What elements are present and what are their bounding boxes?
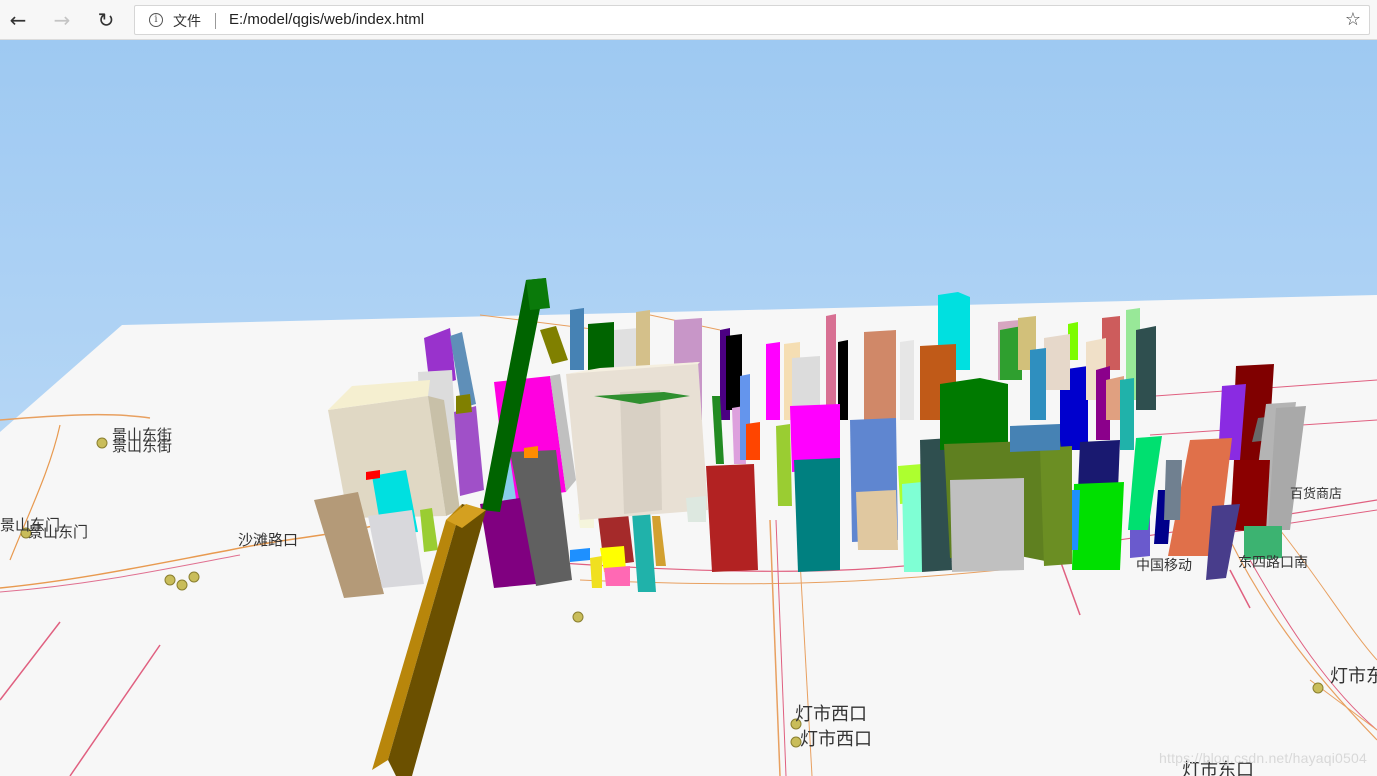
buildings-back-center-shape (864, 330, 896, 420)
tall-green-tower-shape (526, 278, 550, 310)
buildings-back-right-shape (1030, 348, 1046, 420)
map-viewport[interactable]: 景山东街 景山东街 景山东门 景山东门 沙滩路口 灯市西口 灯市西口 灯市东口 … (0, 40, 1377, 776)
browser-toolbar: ← → ↻ i 文件 E:/model/qgis/web/index.html … (0, 0, 1377, 40)
buildings-back-center-shape (726, 334, 742, 410)
back-button[interactable]: ← (4, 6, 32, 34)
buildings-left-cluster-shape (570, 548, 590, 562)
center-building-shape (940, 378, 1008, 450)
info-icon[interactable]: i (149, 13, 163, 27)
buildings-left-cluster-shape (456, 394, 472, 414)
map-label-china-mobile: 中国移动 (1136, 558, 1192, 574)
map-label-dengshi-xikou-2: 灯市西口 (800, 729, 872, 750)
large-cream-building (566, 362, 708, 522)
buildings-back-center-shape (636, 310, 650, 370)
map-label-shatan-lukou: 沙滩路口 (238, 531, 298, 549)
3d-map-scene[interactable]: 景山东街 景山东街 景山东门 景山东门 沙滩路口 灯市西口 灯市西口 灯市东口 … (0, 40, 1377, 776)
map-label-dengshi-partial: 灯市东 (1330, 666, 1377, 687)
address-separator (215, 13, 216, 29)
map-label-jingshan-dongmen-2: 景山东门 (28, 523, 88, 541)
refresh-icon: ↻ (97, 8, 115, 32)
forward-arrow-icon: → (53, 8, 71, 32)
subway-station-shape (188, 571, 200, 583)
subway-station-shape (164, 574, 176, 586)
subway-station-shape (96, 437, 108, 449)
buildings-back-right-shape (1120, 378, 1134, 450)
center-building-shape (706, 464, 758, 572)
buildings-back-center-shape (826, 314, 836, 420)
back-arrow-icon: ← (9, 8, 27, 32)
large-cream-building-shape (620, 390, 662, 514)
center-building-shape (856, 490, 898, 550)
buildings-left-cluster-shape (604, 566, 630, 586)
buildings-left-cluster-shape (524, 446, 538, 458)
favorite-star-icon[interactable]: ☆ (1345, 9, 1361, 30)
watermark: https://blog.csdn.net/hayaqi0504 (1159, 750, 1367, 766)
center-building-shape (1010, 424, 1060, 452)
map-label-jingshan-dongjie-2: 景山东街 (112, 437, 172, 455)
buildings-back-right-shape (1044, 334, 1070, 390)
buildings-back-center-shape (766, 342, 780, 420)
buildings-back-right-shape (1136, 326, 1156, 410)
address-bar[interactable]: i 文件 E:/model/qgis/web/index.html ☆ (134, 5, 1370, 35)
url-text[interactable]: E:/model/qgis/web/index.html (229, 11, 424, 28)
buildings-back-center-shape (900, 340, 914, 420)
center-building-shape (746, 422, 760, 460)
subway-station-shape (176, 579, 188, 591)
large-cream-building-shape (686, 496, 706, 522)
file-scheme-label: 文件 (173, 14, 201, 30)
center-building-shape (1040, 446, 1072, 566)
map-label-store: 百货商店 (1290, 486, 1342, 502)
buildings-back-right-shape (1164, 460, 1182, 520)
refresh-button[interactable]: ↻ (92, 6, 120, 34)
center-building-shape (950, 478, 1024, 572)
buildings-left-cluster-shape (590, 556, 602, 588)
buildings-back-center-shape (570, 308, 584, 370)
center-building-shape (776, 424, 792, 506)
map-label-dengshi-xikou-1: 灯市西口 (795, 704, 867, 725)
subway-station-shape (572, 611, 584, 623)
center-building-shape (902, 482, 922, 572)
map-label-dongsi-lukou-nan: 东四路口南 (1238, 555, 1308, 571)
forward-button[interactable]: → (48, 6, 76, 34)
subway-station-shape (1312, 682, 1324, 694)
center-building-shape (794, 458, 840, 572)
buildings-back-center-shape (588, 322, 614, 374)
